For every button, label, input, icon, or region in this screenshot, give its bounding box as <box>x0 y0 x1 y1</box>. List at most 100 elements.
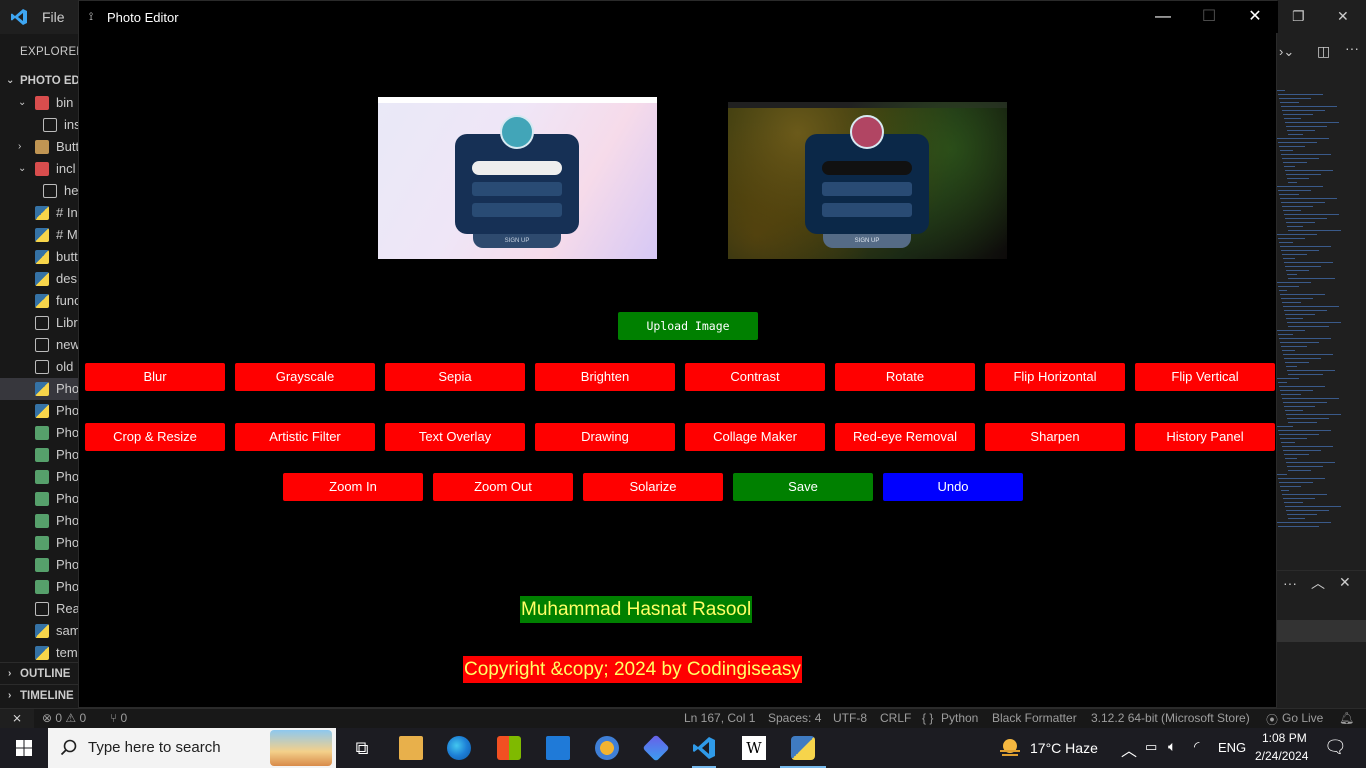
chevron-down-icon[interactable]: ⌄ <box>18 158 28 180</box>
explorer-item[interactable]: Rea <box>0 598 78 620</box>
explorer-item[interactable]: Pho <box>0 422 78 444</box>
explorer-item[interactable]: butt <box>0 246 78 268</box>
explorer-item[interactable]: Pho <box>0 510 78 532</box>
explorer-item[interactable]: Pho <box>0 532 78 554</box>
encoding-status[interactable]: UTF-8 <box>833 711 867 725</box>
artistic-filter-button[interactable]: Artistic Filter <box>235 423 375 451</box>
drawing-button[interactable]: Drawing <box>535 423 675 451</box>
split-editor-icon[interactable]: ◫ <box>1317 43 1330 60</box>
explorer-item[interactable]: Pho <box>0 576 78 598</box>
minimize-icon[interactable]: — <box>1140 5 1186 29</box>
close-icon[interactable]: ✕ <box>1232 5 1278 29</box>
chevron-down-icon[interactable]: ⌄ <box>6 70 16 92</box>
upload-image-button[interactable]: Upload Image <box>618 312 758 340</box>
explorer-item[interactable]: sam <box>0 620 78 642</box>
vscode-taskbar-icon[interactable] <box>692 736 716 760</box>
chevron-down-icon[interactable]: ›⌄ <box>1279 44 1294 60</box>
weather-text[interactable]: 17°C Haze <box>1030 740 1098 756</box>
clock-date[interactable]: 2/24/2024 <box>1255 749 1308 763</box>
explorer-item[interactable]: ins <box>0 114 78 136</box>
undo-button[interactable]: Undo <box>883 473 1023 501</box>
blur-button[interactable]: Blur <box>85 363 225 391</box>
rewards-icon[interactable] <box>595 736 619 760</box>
rotate-button[interactable]: Rotate <box>835 363 975 391</box>
edge-browser-icon[interactable] <box>447 736 471 760</box>
eol-status[interactable]: CRLF <box>880 711 911 725</box>
explorer-item[interactable]: func <box>0 290 78 312</box>
maximize-icon[interactable]: ☐ <box>1186 5 1232 29</box>
notification-center-icon[interactable]: 🗨︎ <box>1324 737 1347 758</box>
ports-status[interactable]: ⑂ 0 <box>110 711 127 725</box>
wikipedia-icon[interactable]: W <box>742 736 766 760</box>
copilot-icon[interactable] <box>642 734 670 762</box>
indent-status[interactable]: Spaces: 4 <box>768 711 821 725</box>
explorer-item[interactable]: ⌄ bin <box>0 92 78 114</box>
cursor-position[interactable]: Ln 167, Col 1 <box>684 711 755 725</box>
explorer-item[interactable]: Pho <box>0 488 78 510</box>
clock-time[interactable]: 1:08 PM <box>1262 731 1307 745</box>
explorer-item[interactable]: Pho <box>0 444 78 466</box>
explorer-item[interactable]: new <box>0 334 78 356</box>
chevron-down-icon[interactable]: ⌄ <box>18 92 28 114</box>
collage-maker-button[interactable]: Collage Maker <box>685 423 825 451</box>
crop-resize-button[interactable]: Crop & Resize <box>85 423 225 451</box>
save-button[interactable]: Save <box>733 473 873 501</box>
history-panel-button[interactable]: History Panel <box>1135 423 1275 451</box>
remote-icon[interactable]: ⨯ <box>0 709 34 729</box>
more-actions-icon[interactable]: ··· <box>1345 40 1359 56</box>
explorer-item[interactable]: tem <box>0 642 78 664</box>
explorer-item[interactable]: Libr <box>0 312 78 334</box>
explorer-item[interactable]: ⌄ incl <box>0 158 78 180</box>
minimap[interactable] <box>1277 90 1357 570</box>
sepia-button[interactable]: Sepia <box>385 363 525 391</box>
vscode-restore-icon[interactable]: ❐ <box>1292 8 1305 25</box>
explorer-item[interactable]: Pho <box>0 466 78 488</box>
explorer-item[interactable]: he <box>0 180 78 202</box>
timeline-section[interactable]: › TIMELINE <box>0 684 78 706</box>
solarize-button[interactable]: Solarize <box>583 473 723 501</box>
battery-icon[interactable]: ▭ <box>1145 739 1157 755</box>
panel-maximize-icon[interactable]: ︿ <box>1311 573 1325 593</box>
panel-close-icon[interactable]: ✕ <box>1339 574 1351 591</box>
text-overlay-button[interactable]: Text Overlay <box>385 423 525 451</box>
input-language[interactable]: ENG <box>1218 740 1246 755</box>
red-eye-removal-button[interactable]: Red-eye Removal <box>835 423 975 451</box>
flip-vertical-button[interactable]: Flip Vertical <box>1135 363 1275 391</box>
task-view-icon[interactable]: ⧉ <box>350 736 374 760</box>
explorer-item[interactable]: › Butt <box>0 136 78 158</box>
network-icon[interactable]: ◜ <box>1194 738 1199 755</box>
explorer-item[interactable]: Pho <box>0 378 78 400</box>
explorer-item[interactable]: # M <box>0 224 78 246</box>
grayscale-button[interactable]: Grayscale <box>235 363 375 391</box>
tray-chevron-up-icon[interactable]: ︿ <box>1121 737 1137 761</box>
explorer-item[interactable]: Pho <box>0 554 78 576</box>
sharpen-button[interactable]: Sharpen <box>985 423 1125 451</box>
taskbar-search[interactable]: Type here to search <box>48 728 336 768</box>
vscode-close-icon[interactable]: ✕ <box>1337 8 1349 25</box>
zoom-in-button[interactable]: Zoom In <box>283 473 423 501</box>
volume-icon[interactable]: 🔈︎ <box>1168 738 1176 755</box>
interpreter-status[interactable]: 3.12.2 64-bit (Microsoft Store) <box>1091 711 1250 725</box>
explorer-item[interactable]: ⌄ PHOTO EDI <box>0 70 78 92</box>
notifications-bell-icon[interactable]: 🔔︎ <box>1339 711 1354 725</box>
explorer-item[interactable]: old <box>0 356 78 378</box>
chevron-right-icon[interactable]: › <box>18 136 28 158</box>
panel-terminal-tab[interactable] <box>1277 620 1366 642</box>
python-app-icon[interactable] <box>791 736 815 760</box>
golive-status[interactable]: Go Live <box>1282 711 1323 725</box>
mail-icon[interactable] <box>546 736 570 760</box>
language-status[interactable]: Python <box>941 711 978 725</box>
panel-more-icon[interactable]: ··· <box>1283 575 1297 591</box>
formatter-status[interactable]: Black Formatter <box>992 711 1077 725</box>
brighten-button[interactable]: Brighten <box>535 363 675 391</box>
weather-haze-icon[interactable] <box>998 738 1022 758</box>
explorer-item[interactable]: # In <box>0 202 78 224</box>
menu-file[interactable]: File <box>42 9 65 25</box>
store-icon[interactable] <box>497 736 521 760</box>
problems-status[interactable]: ⊗ 0 ⚠ 0 <box>42 711 86 725</box>
flip-horizontal-button[interactable]: Flip Horizontal <box>985 363 1125 391</box>
windows-start-icon[interactable] <box>0 728 48 768</box>
contrast-button[interactable]: Contrast <box>685 363 825 391</box>
explorer-item[interactable]: des <box>0 268 78 290</box>
explorer-item[interactable]: Pho <box>0 400 78 422</box>
